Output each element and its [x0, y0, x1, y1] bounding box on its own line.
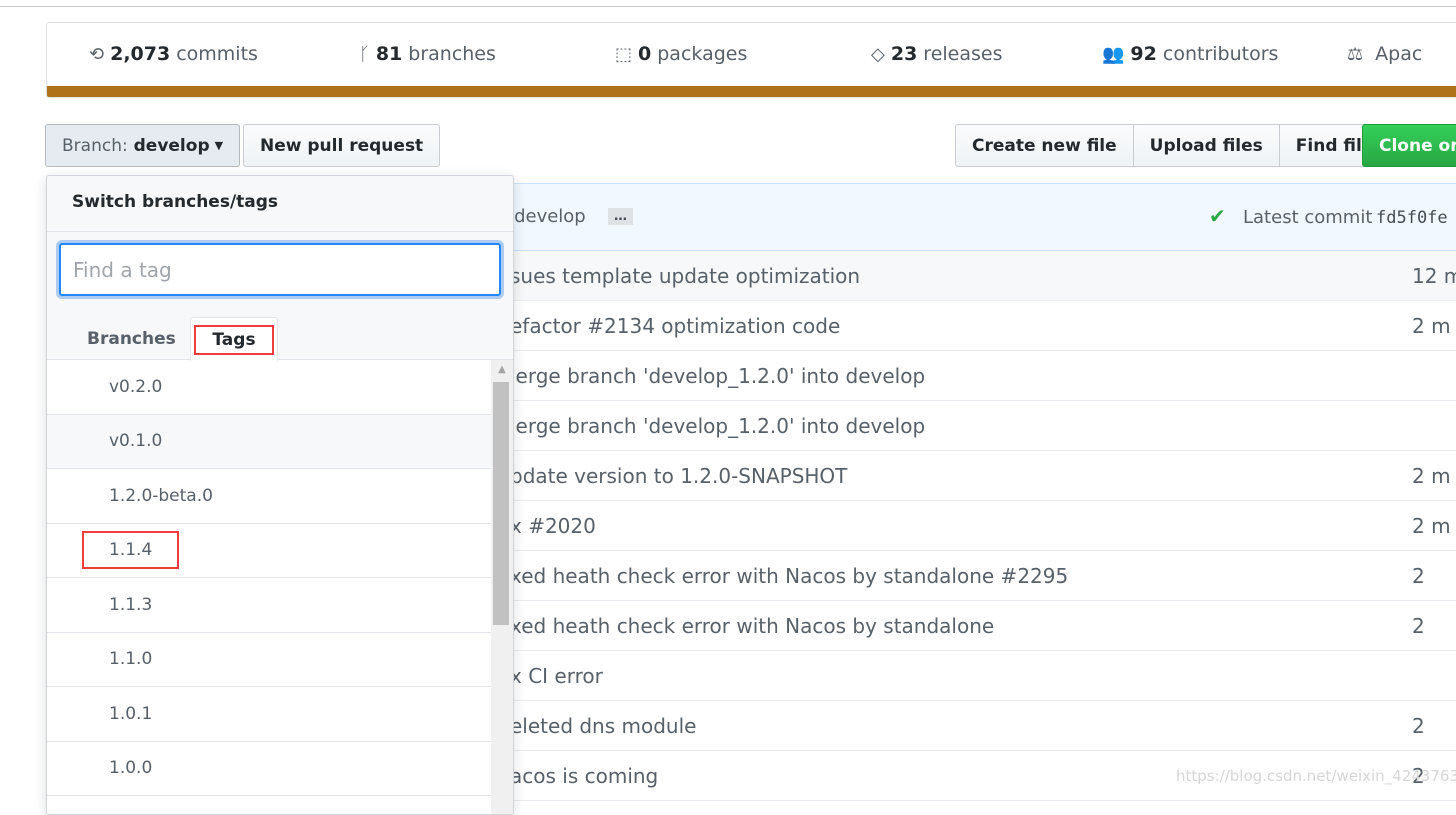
expand-message-button[interactable]: … — [608, 208, 633, 225]
dropdown-title: Switch branches/tags — [47, 176, 513, 232]
branch-name: develop — [133, 135, 210, 156]
summary-count: 92 — [1130, 43, 1157, 65]
scrollbar-thumb[interactable] — [493, 382, 509, 625]
commit-age: 2 — [1412, 564, 1425, 588]
summary-label: branches — [408, 43, 496, 65]
upload-files-button[interactable]: Upload files — [1132, 124, 1280, 167]
commit-message-link[interactable]: lerge branch 'develop_1.2.0' into develo… — [510, 414, 925, 438]
summary-contributors[interactable]: 👥 92 contributors — [1102, 43, 1278, 65]
create-new-file-button[interactable]: Create new file — [955, 124, 1134, 167]
tag-icon: ◇ — [871, 43, 885, 65]
summary-releases[interactable]: ◇ 23 releases — [871, 43, 1002, 65]
summary-label: packages — [657, 43, 748, 65]
commit-message-link[interactable]: lerge branch 'develop_1.2.0' into develo… — [510, 364, 925, 388]
commit-message-link[interactable]: x CI error — [510, 664, 603, 688]
check-icon: ✔ — [1209, 204, 1226, 228]
tag-item[interactable]: 1.1.4 — [47, 524, 493, 578]
history-icon: ⟲ — [89, 43, 105, 65]
commit-message-link[interactable]: xed heath check error with Nacos by stan… — [510, 614, 994, 638]
commit-sha[interactable]: fd5f0fe 2 — [1376, 208, 1456, 228]
summary-count: 81 — [375, 43, 403, 65]
tag-item[interactable]: 1.1.0 — [47, 633, 493, 687]
tag-label: 1.0.1 — [109, 703, 153, 724]
people-icon: 👥 — [1102, 43, 1125, 65]
summary-count: 0 — [638, 43, 652, 65]
tag-item[interactable]: v0.1.0 — [47, 414, 493, 469]
repo-summary: ⟲ 2,073 commits ᚴ 81 branches ⬚ 0 packages ◇ 23 rel… — [46, 22, 1456, 98]
summary-label: contributors — [1162, 43, 1279, 65]
tag-label: v0.2.0 — [109, 376, 163, 397]
summary-count: 23 — [890, 43, 918, 65]
summary-label: commits — [176, 43, 258, 65]
tab-tags-label: Tags — [194, 324, 274, 355]
tab-tags[interactable]: Tags — [190, 317, 278, 361]
tag-item[interactable]: 1.2.0-beta.0 — [47, 469, 493, 524]
tag-item[interactable]: 1.1.3 — [47, 578, 493, 633]
tab-branches[interactable]: Branches — [87, 317, 176, 361]
commit-message-link[interactable]: efactor #2134 optimization code — [510, 314, 840, 338]
tag-label: 1.1.4 — [81, 531, 180, 570]
branch-select-button[interactable]: Branch: develop ▼ — [45, 124, 241, 167]
summary-branches[interactable]: ᚴ 81 branches — [359, 43, 496, 65]
language-bar[interactable] — [47, 86, 1456, 97]
find-tag-input[interactable] — [59, 243, 501, 296]
package-icon: ⬚ — [615, 43, 633, 65]
summary-apac[interactable]: ⚖ Apac — [1347, 43, 1422, 65]
tag-item[interactable]: 1.0.0 — [47, 742, 493, 796]
tag-label: 1.0.0 — [109, 758, 153, 779]
commit-age: 2 — [1412, 614, 1425, 638]
scroll-up-icon[interactable]: ▲ — [491, 360, 513, 380]
scrollbar[interactable]: ▲ — [491, 360, 513, 814]
git-branch-icon: ᚴ — [359, 43, 370, 65]
law-icon: ⚖ — [1347, 43, 1364, 65]
summary-label: releases — [923, 43, 1003, 65]
branch-prefix: Branch: — [62, 135, 128, 156]
commit-message-link[interactable]: sues template update optimization — [510, 264, 860, 288]
tag-item[interactable]: 1.0.1 — [47, 687, 493, 742]
commit-message-link[interactable]: xed heath check error with Nacos by stan… — [510, 564, 1068, 588]
caret-down-icon: ▼ — [214, 139, 224, 152]
summary-label: Apac — [1375, 43, 1423, 65]
branch-tag-dropdown: Switch branches/tags Branches Tags v0.2.… — [46, 175, 514, 815]
tag-list: v0.2.0 v0.1.0 1.2.0-beta.0 1.1.4 1.1.3 1.1.0 1… — [47, 360, 513, 814]
summary-packages[interactable]: ⬚ 0 packages — [615, 43, 747, 65]
commit-message-link[interactable]: pdate version to 1.2.0-SNAPSHOT — [510, 464, 847, 488]
commit-branch-text: l/develop — [503, 206, 586, 227]
new-pull-request-button[interactable]: New pull request — [243, 124, 441, 167]
commit-message-link[interactable]: x #2020 — [510, 514, 596, 538]
summary-commits[interactable]: ⟲ 2,073 commits — [89, 43, 258, 65]
commit-age: 2 m — [1412, 514, 1451, 538]
top-divider — [0, 6, 1456, 7]
commit-age: 2 m — [1412, 464, 1451, 488]
tag-label: 1.1.3 — [109, 594, 153, 615]
latest-commit-label: Latest commit — [1243, 207, 1373, 228]
watermark: https://blog.csdn.net/weixin_42437633 — [1176, 767, 1456, 785]
commit-message-link[interactable]: acos is coming — [510, 764, 658, 788]
clone-button[interactable]: Clone or — [1362, 124, 1456, 167]
file-actions: Create new file Upload files Find file — [955, 124, 1391, 167]
tag-label: 1.1.0 — [109, 649, 153, 670]
commit-age: 12 m — [1412, 264, 1456, 288]
tag-label: v0.1.0 — [109, 431, 163, 452]
commit-message-link[interactable]: eleted dns module — [510, 714, 696, 738]
commit-age: 2 — [1412, 714, 1425, 738]
summary-count: 2,073 — [110, 43, 171, 65]
tag-label: 1.2.0-beta.0 — [109, 485, 213, 506]
commit-age: 2 m — [1412, 314, 1451, 338]
tag-item[interactable]: v0.2.0 — [47, 360, 493, 415]
